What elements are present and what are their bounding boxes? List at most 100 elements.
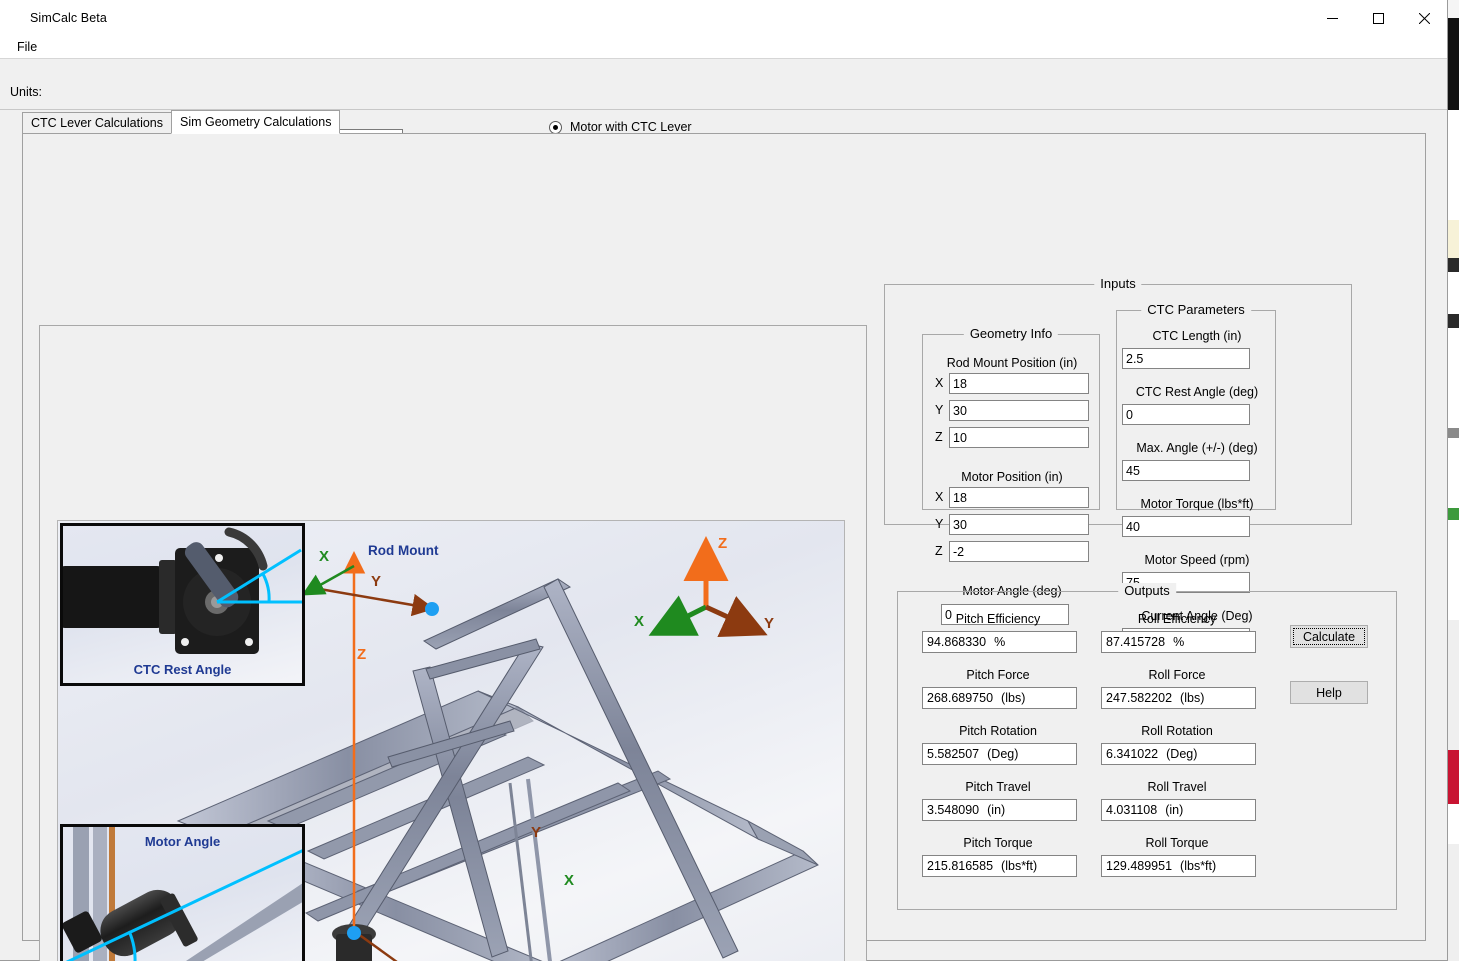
max-angle-input[interactable]: 45 <box>1122 460 1250 481</box>
roll-rotation-label: Roll Rotation <box>1083 724 1271 738</box>
ctc-length-input[interactable]: 2.5 <box>1122 348 1250 369</box>
roll-rotation-number: 6.341022 <box>1106 747 1158 761</box>
maximize-button[interactable] <box>1355 0 1401 36</box>
tab-panel-sim-geometry: Z X Y X Y Z Y X -Z Rod Mount Pivot Point <box>22 133 1426 941</box>
roll-efficiency-value: 87.415728 % <box>1101 631 1256 653</box>
lower-y-label: Y <box>531 824 541 841</box>
motor-torque-input[interactable]: 40 <box>1122 516 1250 537</box>
pitch-force-unit: (lbs) <box>1001 691 1025 705</box>
tab-strip: CTC Lever Calculations Sim Geometry Calc… <box>22 110 339 134</box>
diagram-panel: Z X Y X Y Z Y X -Z Rod Mount Pivot Point <box>39 325 867 961</box>
triad-y-label: Y <box>764 615 774 632</box>
lower-x-label: X <box>564 872 574 889</box>
pitch-efficiency-value: 94.868330 % <box>922 631 1077 653</box>
motor-speed-label: Motor Speed (rpm) <box>1117 553 1277 567</box>
minimize-button[interactable] <box>1309 0 1355 36</box>
upper-y-label: Y <box>371 573 381 590</box>
motor-y-input[interactable]: 30 <box>949 514 1089 535</box>
upper-z-label: Z <box>357 646 366 663</box>
rod-mount-y-input[interactable]: 30 <box>949 400 1089 421</box>
coordinate-triad-icon <box>614 529 814 669</box>
roll-force-unit: (lbs) <box>1180 691 1204 705</box>
pitch-force-label: Pitch Force <box>904 668 1092 682</box>
triad-x-label: X <box>634 613 644 630</box>
inputs-group-title: Inputs <box>1094 276 1141 291</box>
ctc-parameters-title: CTC Parameters <box>1141 302 1251 317</box>
roll-travel-unit: (in) <box>1165 803 1183 817</box>
roll-travel-label: Roll Travel <box>1083 780 1271 794</box>
outputs-group-title: Outputs <box>1118 583 1176 598</box>
roll-efficiency-number: 87.415728 <box>1106 635 1165 649</box>
rod-mount-y-axis-label: Y <box>935 403 943 417</box>
ctc-rest-angle-label: CTC Rest Angle (deg) <box>1117 385 1277 399</box>
pitch-rotation-value: 5.582507 (Deg) <box>922 743 1077 765</box>
roll-force-number: 247.582202 <box>1106 691 1172 705</box>
roll-efficiency-unit: % <box>1173 635 1184 649</box>
pitch-travel-value: 3.548090 (in) <box>922 799 1077 821</box>
roll-rotation-value: 6.341022 (Deg) <box>1101 743 1256 765</box>
max-angle-label: Max. Angle (+/-) (deg) <box>1117 441 1277 455</box>
pitch-efficiency-label: Pitch Efficiency <box>904 612 1092 626</box>
motor-angle-inset: Motor Angle <box>60 824 305 961</box>
pitch-travel-unit: (in) <box>987 803 1005 817</box>
rod-mount-position-label: Rod Mount Position (in) <box>923 356 1101 370</box>
screen: SimCalc Beta <box>0 0 1459 961</box>
roll-rotation-unit: (Deg) <box>1166 747 1197 761</box>
menu-item-file[interactable]: File <box>12 39 42 55</box>
ctc-length-label: CTC Length (in) <box>1117 329 1277 343</box>
motor-torque-label: Motor Torque (lbs*ft) <box>1117 497 1277 511</box>
pitch-torque-label: Pitch Torque <box>904 836 1092 850</box>
close-button[interactable] <box>1401 0 1447 36</box>
motor-x-input[interactable]: 18 <box>949 487 1089 508</box>
roll-torque-unit: (lbs*ft) <box>1180 859 1216 873</box>
triad-z-label: Z <box>718 535 727 552</box>
ctc-rest-angle-inset: CTC Rest Angle <box>60 523 305 686</box>
rod-mount-label: Rod Mount <box>368 543 438 558</box>
help-button[interactable]: Help <box>1290 681 1368 704</box>
maximize-icon <box>1373 13 1384 24</box>
tab-area: CTC Lever Calculations Sim Geometry Calc… <box>0 110 1447 960</box>
calculate-button[interactable]: Calculate <box>1290 625 1368 648</box>
pitch-torque-unit: (lbs*ft) <box>1001 859 1037 873</box>
roll-travel-number: 4.031108 <box>1106 803 1157 817</box>
ctc-rest-angle-input[interactable]: 0 <box>1122 404 1250 425</box>
ctc-rest-angle-caption: CTC Rest Angle <box>63 662 302 677</box>
pitch-torque-number: 215.816585 <box>927 859 993 873</box>
motor-x-axis-label: X <box>935 490 943 504</box>
rod-mount-x-axis-label: X <box>935 376 943 390</box>
rod-mount-x-input[interactable]: 18 <box>949 373 1089 394</box>
roll-force-label: Roll Force <box>1083 668 1271 682</box>
motor-z-input[interactable]: -2 <box>949 541 1089 562</box>
tab-ctc-lever-calculations[interactable]: CTC Lever Calculations <box>22 112 172 134</box>
pitch-efficiency-number: 94.868330 <box>927 635 986 649</box>
roll-force-value: 247.582202 (lbs) <box>1101 687 1256 709</box>
tab-sim-geometry-calculations[interactable]: Sim Geometry Calculations <box>171 110 340 134</box>
sim-geometry-diagram: Z X Y X Y Z Y X -Z Rod Mount Pivot Point <box>57 520 845 961</box>
close-icon <box>1419 13 1430 24</box>
units-label: Units: <box>10 85 42 99</box>
roll-travel-value: 4.031108 (in) <box>1101 799 1256 821</box>
pitch-force-value: 268.689750 (lbs) <box>922 687 1077 709</box>
options-toolbar: Units: Metric Imperial Select Simulator … <box>0 58 1447 110</box>
pitch-travel-label: Pitch Travel <box>904 780 1092 794</box>
pitch-efficiency-unit: % <box>994 635 1005 649</box>
motor-y-axis-label: Y <box>935 517 943 531</box>
rod-mount-z-input[interactable]: 10 <box>949 427 1089 448</box>
roll-torque-value: 129.489951 (lbs*ft) <box>1101 855 1256 877</box>
pitch-rotation-unit: (Deg) <box>987 747 1018 761</box>
main-window: SimCalc Beta <box>0 0 1448 961</box>
window-title: SimCalc Beta <box>30 11 107 25</box>
motor-z-axis-label: Z <box>935 544 943 558</box>
upper-x-label: X <box>319 548 329 565</box>
roll-torque-label: Roll Torque <box>1083 836 1271 850</box>
ctc-parameters-group: CTC Parameters CTC Length (in) 2.5 CTC R… <box>1116 310 1276 510</box>
pitch-rotation-label: Pitch Rotation <box>904 724 1092 738</box>
outputs-group: Outputs Pitch Efficiency 94.868330 % Pit… <box>897 591 1397 910</box>
motor-position-input-label: Motor Position (in) <box>923 470 1101 484</box>
rod-mount-z-axis-label: Z <box>935 430 943 444</box>
pitch-torque-value: 215.816585 (lbs*ft) <box>922 855 1077 877</box>
pitch-travel-number: 3.548090 <box>927 803 979 817</box>
window-controls <box>1309 0 1447 36</box>
title-bar: SimCalc Beta <box>0 0 1447 36</box>
minimize-icon <box>1327 13 1338 24</box>
